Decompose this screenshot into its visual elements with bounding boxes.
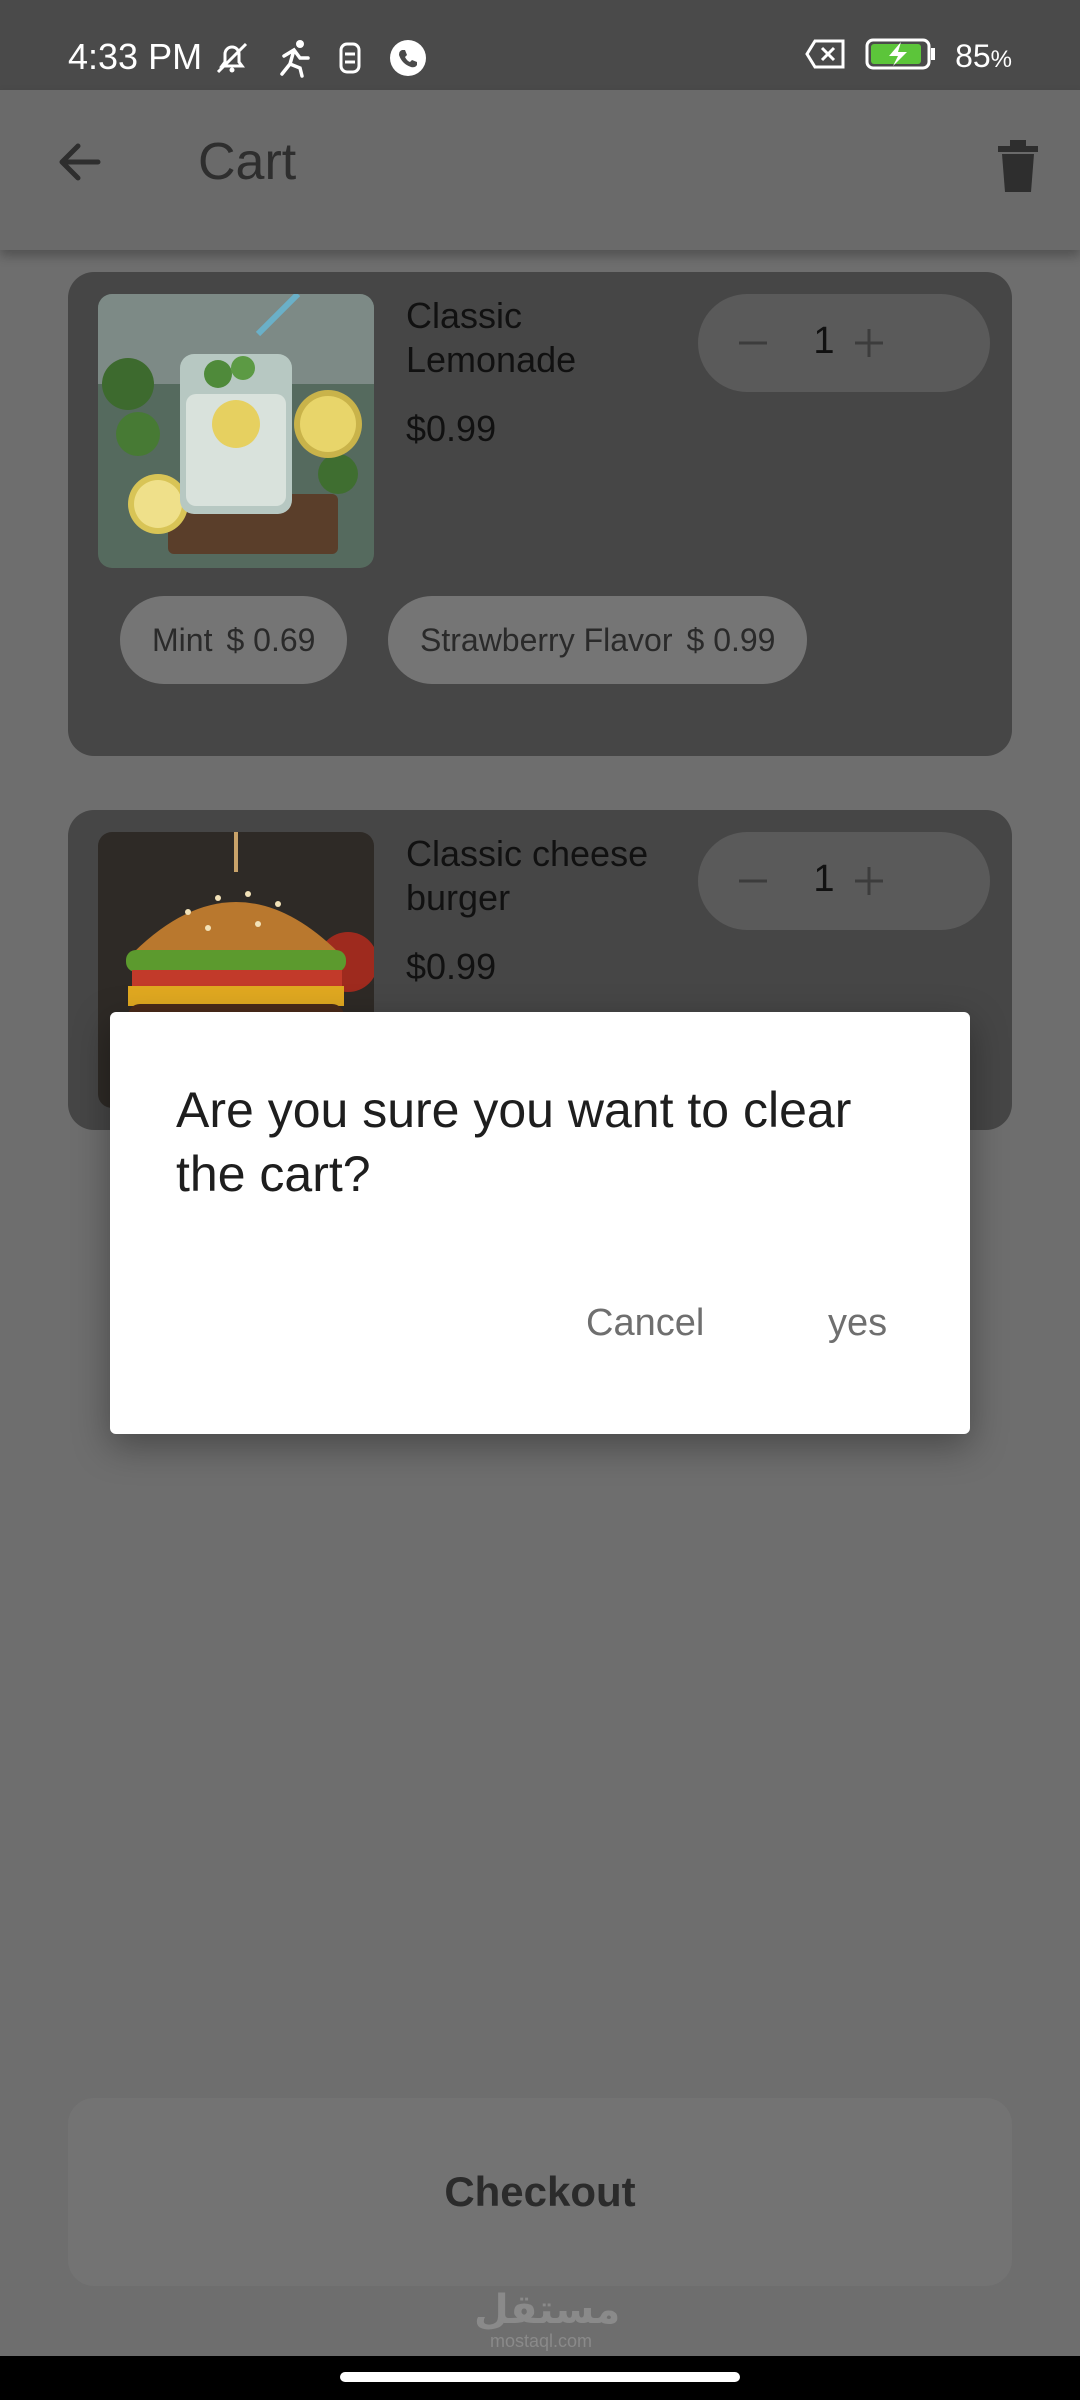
quantity-stepper: 1 (698, 294, 990, 392)
status-bar: 4:33 PM 85% (0, 0, 1080, 90)
mute-notifications-icon (212, 38, 252, 83)
no-sim-icon (805, 38, 847, 75)
cart-item-card: Classic Lemonade $0.99 1 Mint $ 0.69 Str… (68, 272, 1012, 756)
battery-charging-icon (865, 38, 937, 75)
gesture-nav-bar (0, 2356, 1080, 2400)
running-icon (276, 38, 312, 83)
watermark-arabic: مستقل (474, 2288, 621, 2332)
battery-unit: % (990, 46, 1012, 73)
cancel-button[interactable]: Cancel (586, 1302, 704, 1345)
addon-price: $ 0.99 (686, 621, 776, 658)
back-button[interactable] (44, 126, 116, 198)
quantity-stepper: 1 (698, 832, 990, 930)
home-handle[interactable] (340, 2372, 740, 2382)
data-saver-icon (336, 38, 364, 83)
item-name: Classic cheese burger (406, 833, 649, 918)
arrow-back-icon (59, 143, 101, 181)
clear-cart-dialog: Are you sure you want to clear the cart?… (110, 1012, 970, 1434)
phone-icon (388, 38, 428, 83)
quantity-value: 1 (813, 858, 835, 900)
status-icons-left (212, 38, 428, 83)
decrease-quantity-button[interactable] (728, 318, 778, 368)
confirm-button[interactable]: yes (828, 1302, 887, 1345)
plus-icon (855, 867, 883, 895)
status-icons-right: 85% (805, 38, 1012, 75)
addon-chip: Strawberry Flavor $ 0.99 (388, 596, 808, 684)
watermark-latin: mostaql.com (489, 2331, 593, 2351)
item-price: $0.99 (406, 408, 497, 449)
increase-quantity-button[interactable] (844, 318, 894, 368)
battery-percent: 85% (955, 38, 1012, 75)
quantity-value: 1 (813, 320, 835, 362)
page-title: Cart (198, 133, 297, 191)
checkout-button[interactable]: Checkout (68, 2098, 1012, 2286)
status-time: 4:33 PM (68, 36, 203, 77)
dialog-title: Are you sure you want to clear the cart? (176, 1082, 852, 1202)
clear-cart-button[interactable] (986, 130, 1050, 202)
watermark-logo: مستقل mostaql.com (474, 2288, 621, 2351)
increase-quantity-button[interactable] (844, 856, 894, 906)
decrease-quantity-button[interactable] (728, 856, 778, 906)
item-name: Classic Lemonade (406, 295, 577, 380)
minus-icon (739, 341, 767, 345)
battery-value: 85 (955, 38, 991, 74)
addon-name: Strawberry Flavor (420, 621, 673, 658)
trash-icon (998, 140, 1038, 192)
item-price: $0.99 (406, 946, 497, 987)
plus-icon (855, 329, 883, 357)
addon-chip: Mint $ 0.69 (120, 596, 348, 684)
lemonade-image (98, 294, 374, 568)
addon-price: $ 0.69 (226, 621, 316, 658)
minus-icon (739, 879, 767, 883)
app-bar: Cart (0, 90, 1080, 250)
addon-name: Mint (152, 621, 213, 658)
